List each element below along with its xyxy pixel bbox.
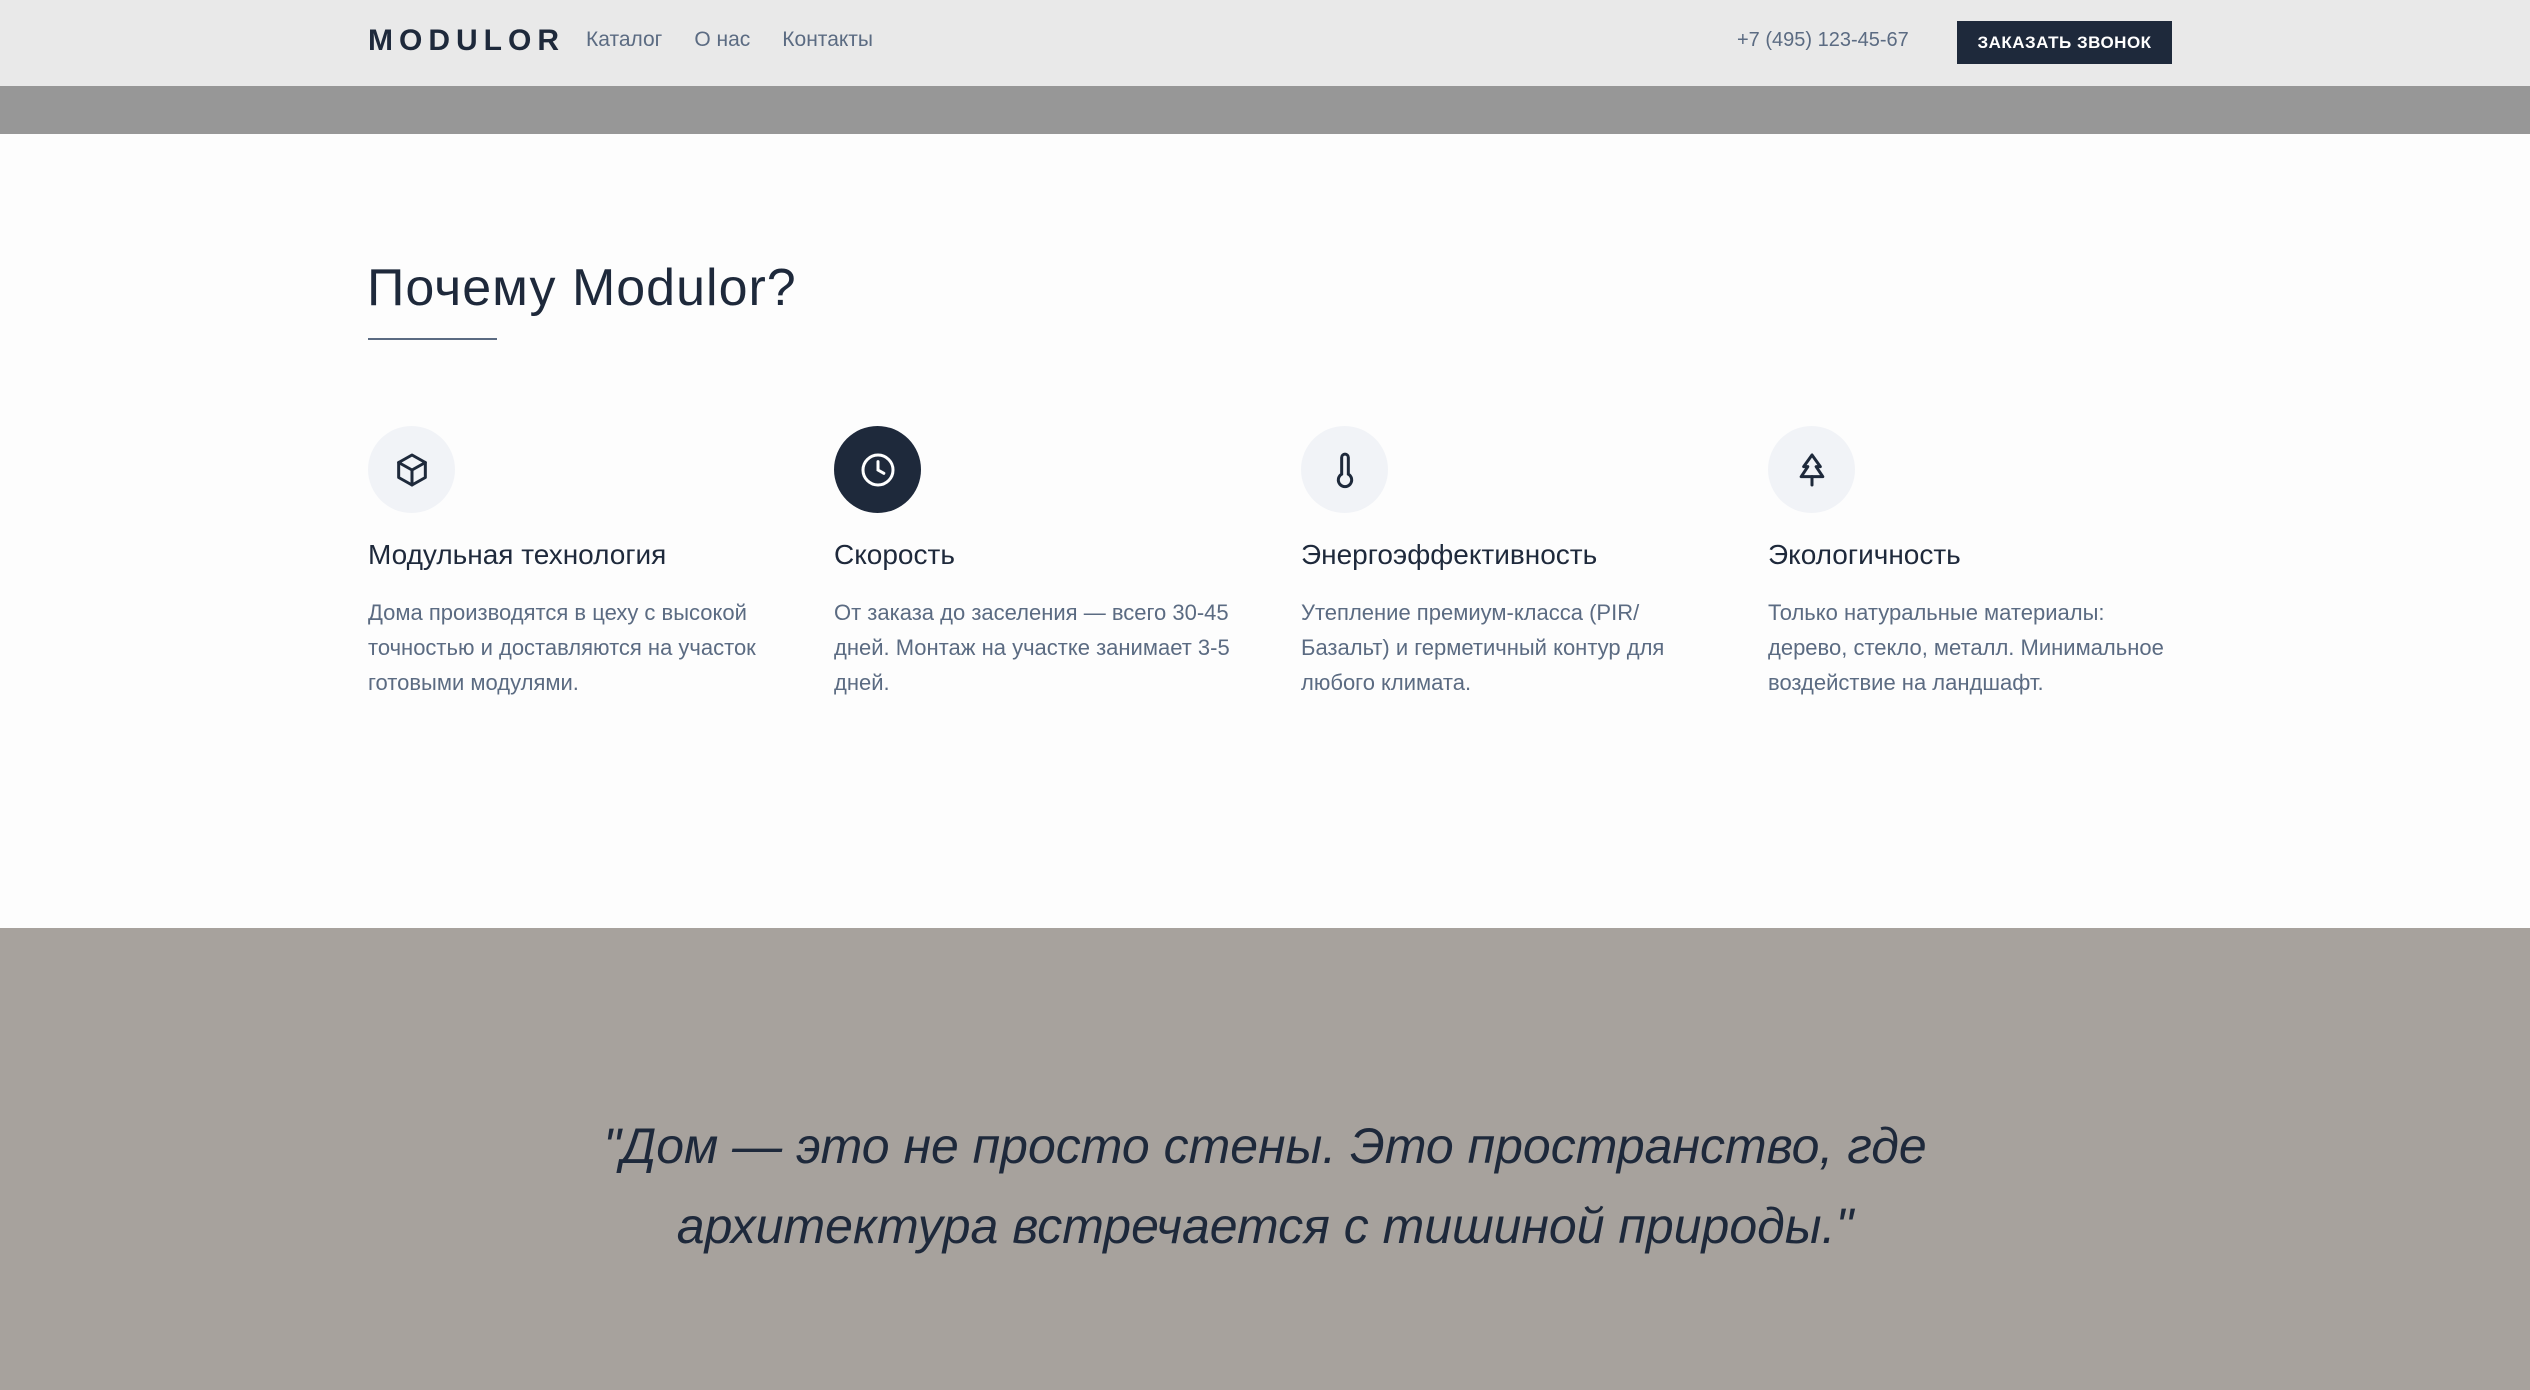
tree-icon xyxy=(1768,426,1855,513)
nav-link-contacts[interactable]: Контакты xyxy=(782,28,873,52)
cube-icon xyxy=(368,426,455,513)
site-header: MODULOR Каталог О нас Контакты +7 (495) … xyxy=(0,0,2530,86)
feature-card-energy: Энергоэффективность Утепление премиум-кл… xyxy=(1301,426,1711,700)
nav-link-catalog[interactable]: Каталог xyxy=(586,28,662,52)
hero-image-strip xyxy=(0,86,2530,134)
quote-section: "Дом — это не просто стены. Это простран… xyxy=(0,928,2530,1390)
title-underline xyxy=(368,338,497,340)
clock-icon xyxy=(834,426,921,513)
phone-number[interactable]: +7 (495) 123-45-67 xyxy=(1737,29,1909,52)
feature-title: Модульная технология xyxy=(368,539,667,570)
quote-text: "Дом — это не просто стены. Это простран… xyxy=(603,1118,1927,1254)
feature-card-speed: Скорость От заказа до заселения — всего … xyxy=(834,426,1244,700)
feature-text: Дома производятся в цеху с высокой точно… xyxy=(368,600,756,695)
feature-text: От заказа до заселения — всего 30-45 дне… xyxy=(834,600,1230,695)
feature-title: Энергоэффективность xyxy=(1301,539,1598,570)
main-nav: Каталог О нас Контакты xyxy=(586,28,873,52)
feature-text: Утепление премиум-класса (PIR/Базальт) и… xyxy=(1301,600,1665,695)
nav-link-about[interactable]: О нас xyxy=(694,28,750,52)
logo[interactable]: MODULOR xyxy=(368,24,565,58)
feature-card-modular: Модульная технология Дома производятся в… xyxy=(368,426,778,700)
thermometer-icon xyxy=(1301,426,1388,513)
feature-card-eco: Экологичность Только натуральные материа… xyxy=(1768,426,2178,700)
feature-text: Только натуральные материалы: дерево, ст… xyxy=(1768,600,2164,695)
feature-title: Экологичность xyxy=(1768,539,1961,570)
section-title: Почему Modulor? xyxy=(367,259,797,317)
order-call-button[interactable]: ЗАКАЗАТЬ ЗВОНОК xyxy=(1957,21,2172,64)
feature-title: Скорость xyxy=(834,539,955,570)
